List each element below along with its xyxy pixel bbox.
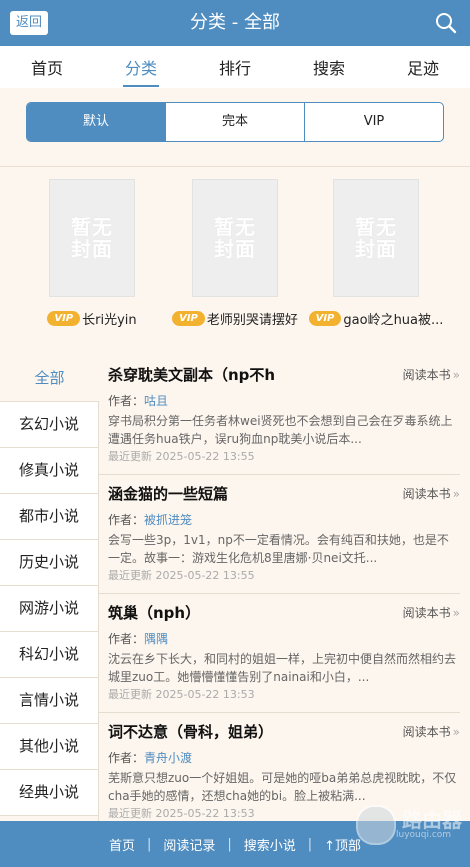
chevron-right-icon: » bbox=[452, 368, 460, 382]
main-nav: 首页 分类 排行 搜索 足迹 bbox=[0, 46, 470, 89]
book-title[interactable]: 词不达意（骨科，姐弟） bbox=[108, 721, 378, 743]
watermark-logo: 路由器 luyouqi.com bbox=[356, 805, 462, 845]
book-title[interactable]: 杀穿耽美文副本（np不h bbox=[108, 364, 378, 386]
book-cover-placeholder[interactable]: 暂无 封面 bbox=[333, 179, 419, 297]
chevron-right-icon: » bbox=[452, 725, 460, 739]
author-label: 作者： bbox=[108, 394, 145, 408]
page-title: 分类 - 全部 bbox=[190, 12, 280, 33]
router-logo-icon bbox=[356, 805, 396, 845]
list-item: 筑巢（nph） 阅读本书» 作者：隅隅 沈云在乡下长大，和同村的姐姐一样，上完初… bbox=[98, 594, 460, 713]
vip-badge: VIP bbox=[47, 311, 81, 326]
category-all[interactable]: 全部 bbox=[0, 356, 99, 402]
featured-book[interactable]: 暂无 封面 VIP gao岭之hua被... bbox=[306, 179, 446, 328]
read-book-link[interactable]: 阅读本书» bbox=[403, 604, 460, 621]
featured-book[interactable]: 暂无 封面 VIP 长ri光yin bbox=[22, 179, 162, 328]
nav-ranking[interactable]: 排行 bbox=[217, 55, 253, 79]
category-wangyou[interactable]: 网游小说 bbox=[0, 586, 99, 632]
category-kehuan[interactable]: 科幻小说 bbox=[0, 632, 99, 678]
search-icon[interactable] bbox=[434, 11, 458, 35]
author-link[interactable]: 咕且 bbox=[144, 394, 168, 408]
chevron-right-icon: » bbox=[452, 487, 460, 501]
filter-vip[interactable]: VIP bbox=[304, 103, 443, 141]
list-item: 涵金猫的一些短篇 阅读本书» 作者：被抓进笼 会写一些3p，1v1，np不一定看… bbox=[98, 475, 460, 594]
read-book-link[interactable]: 阅读本书» bbox=[403, 366, 460, 383]
category-xuanhuan[interactable]: 玄幻小说 bbox=[0, 402, 99, 448]
nav-home[interactable]: 首页 bbox=[29, 55, 65, 79]
nav-history[interactable]: 足迹 bbox=[405, 55, 441, 79]
chevron-right-icon: » bbox=[452, 606, 460, 620]
book-description: 芜斯意只想zuo一个好姐姐。可是她的哑ba弟弟总虎视眈眈，不仅cha手她的感情，… bbox=[108, 771, 457, 803]
book-cover-placeholder[interactable]: 暂无 封面 bbox=[192, 179, 278, 297]
book-description: 会写一些3p，1v1，np不一定看情况。会有纯百和扶她，也是不一定。故事一：游戏… bbox=[108, 533, 449, 565]
nav-category[interactable]: 分类 bbox=[122, 55, 160, 87]
filter-default[interactable]: 默认 bbox=[27, 103, 165, 141]
footer-home-link[interactable]: 首页 bbox=[97, 835, 147, 854]
category-sidebar: 全部 玄幻小说 修真小说 都市小说 历史小说 网游小说 科幻小说 言情小说 其他… bbox=[0, 356, 99, 821]
featured-books: 暂无 封面 VIP 长ri光yin 暂无 封面 VIP 老师别哭请摆好 暂无 封… bbox=[0, 167, 470, 345]
featured-book-title[interactable]: 老师别哭请摆好 bbox=[207, 309, 298, 328]
vip-badge: VIP bbox=[308, 311, 342, 326]
last-updated: 最近更新 2025-05-22 13:55 bbox=[108, 569, 255, 582]
book-cover-placeholder[interactable]: 暂无 封面 bbox=[49, 179, 135, 297]
featured-book-title[interactable]: gao岭之hua被... bbox=[343, 309, 443, 328]
book-list: 杀穿耽美文副本（np不h 阅读本书» 作者：咕且 穿书局积分第一任务者林wei贤… bbox=[98, 356, 460, 821]
author-label: 作者： bbox=[108, 751, 145, 765]
author-link[interactable]: 青舟小渡 bbox=[144, 751, 192, 765]
author-label: 作者： bbox=[108, 632, 145, 646]
featured-book-title[interactable]: 长ri光yin bbox=[82, 309, 137, 328]
vip-badge: VIP bbox=[172, 311, 205, 326]
author-link[interactable]: 隅隅 bbox=[144, 632, 168, 646]
footer-search-link[interactable]: 搜索小说 bbox=[232, 835, 308, 854]
category-xiuzhen[interactable]: 修真小说 bbox=[0, 448, 99, 494]
footer-history-link[interactable]: 阅读记录 bbox=[151, 835, 227, 854]
book-title[interactable]: 涵金猫的一些短篇 bbox=[108, 483, 378, 505]
category-lishi[interactable]: 历史小说 bbox=[0, 540, 99, 586]
last-updated: 最近更新 2025-05-22 13:55 bbox=[108, 450, 255, 463]
filter-segmented-control: 默认 完本 VIP bbox=[26, 102, 444, 142]
featured-book[interactable]: 暂无 封面 VIP 老师别哭请摆好 bbox=[165, 179, 305, 328]
book-description: 沈云在乡下长大，和同村的姐姐一样，上完初中便自然而然相约去城里zuo工。她懵懵懂… bbox=[108, 652, 457, 684]
filter-bar: 默认 完本 VIP bbox=[0, 88, 470, 167]
category-jingdian[interactable]: 经典小说 bbox=[0, 770, 99, 816]
read-book-link[interactable]: 阅读本书» bbox=[403, 723, 460, 740]
watermark-text: 路由器 bbox=[402, 808, 462, 832]
list-item: 杀穿耽美文副本（np不h 阅读本书» 作者：咕且 穿书局积分第一任务者林wei贤… bbox=[98, 356, 460, 475]
category-qita[interactable]: 其他小说 bbox=[0, 724, 99, 770]
author-label: 作者： bbox=[108, 513, 145, 527]
read-book-link[interactable]: 阅读本书» bbox=[403, 485, 460, 502]
category-dushi[interactable]: 都市小说 bbox=[0, 494, 99, 540]
book-description: 穿书局积分第一任务者林wei贤死也不会想到自己会在歹毒系统上遭遇任务hua铁户，… bbox=[108, 414, 453, 446]
nav-search[interactable]: 搜索 bbox=[311, 55, 347, 79]
book-title[interactable]: 筑巢（nph） bbox=[108, 602, 378, 624]
filter-completed[interactable]: 完本 bbox=[165, 103, 304, 141]
author-link[interactable]: 被抓进笼 bbox=[144, 513, 192, 527]
last-updated: 最近更新 2025-05-22 13:53 bbox=[108, 688, 255, 701]
top-header: 返回 分类 - 全部 bbox=[0, 0, 470, 46]
category-yanqing[interactable]: 言情小说 bbox=[0, 678, 99, 724]
